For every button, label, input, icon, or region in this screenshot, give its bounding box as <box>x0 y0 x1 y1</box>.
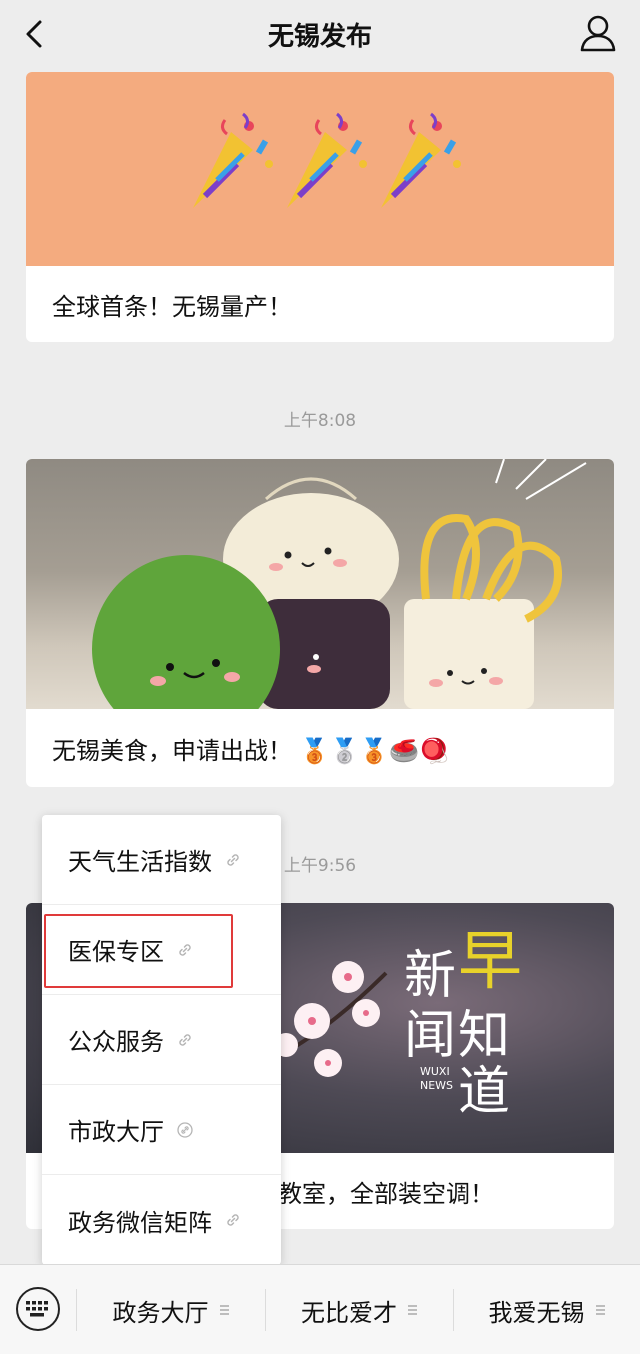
menu-lines-icon <box>595 1305 605 1315</box>
keyboard-icon[interactable] <box>16 1287 60 1331</box>
timestamp-text: 上午9:56 <box>283 856 357 876</box>
menu-item-weather[interactable]: 天气生活指数 <box>42 815 281 905</box>
menu-lines-icon <box>219 1305 229 1315</box>
timestamp: 上午8:08 <box>283 411 357 431</box>
page-title: 无锡发布 <box>267 22 372 52</box>
article-caption: 全球首条！无锡量产！ <box>52 292 292 321</box>
news-logo-char-4: 知 <box>458 1006 510 1066</box>
link-icon <box>227 1214 239 1226</box>
news-logo-char-5: 道 <box>458 1062 510 1122</box>
tab-talent[interactable]: 无比爱才 <box>266 1265 453 1354</box>
tab-label: 我爱无锡 <box>488 1298 585 1327</box>
tab-label: 无比爱才 <box>301 1298 397 1327</box>
article-caption: 无锡美食，申请出战！ 🥉🥈🥉🥌🪀 <box>52 736 450 765</box>
menu-item-label: 政务微信矩阵 <box>68 1208 212 1237</box>
news-logo-char-2: 早 <box>458 925 522 999</box>
news-logo-small-2: NEWS <box>420 1079 453 1092</box>
submenu-popup: 天气生活指数 医保专区 公众服务 市政大厅 政务微信矩阵 <box>42 815 281 1265</box>
menu-item-label: 公众服务 <box>68 1028 164 1056</box>
tab-label: 政务大厅 <box>112 1298 209 1327</box>
news-logo-char-3: 闻 <box>404 1006 456 1066</box>
link-icon <box>177 1121 193 1138</box>
menu-item-city-hall[interactable]: 市政大厅 <box>42 1085 281 1175</box>
chevron-left-icon[interactable] <box>14 14 54 54</box>
menu-item-gov-wechat-matrix[interactable]: 政务微信矩阵 <box>42 1175 281 1265</box>
article-card[interactable]: 无锡美食，申请出战！ 🥉🥈🥉🥌🪀 <box>26 459 614 787</box>
party-popper-banner <box>26 72 614 266</box>
menu-item-label: 天气生活指数 <box>68 848 212 876</box>
top-bar: 无锡发布 <box>0 0 640 66</box>
menu-lines-icon <box>408 1305 417 1315</box>
link-icon <box>179 1033 191 1046</box>
tab-gov-hall[interactable]: 政务大厅 <box>77 1265 265 1354</box>
menu-item-label: 医保专区 <box>68 938 164 966</box>
link-icon <box>179 943 191 956</box>
menu-item-medical-insurance[interactable]: 医保专区 <box>42 905 281 995</box>
news-logo-small-1: WUXI <box>420 1065 450 1078</box>
bottom-menu-bar: 政务大厅 无比爱才 我爱无锡 <box>0 1264 640 1354</box>
menu-item-public-service[interactable]: 公众服务 <box>42 995 281 1085</box>
menu-item-label: 市政大厅 <box>68 1118 164 1146</box>
tab-love-wuxi[interactable]: 我爱无锡 <box>454 1265 640 1354</box>
cute-food-characters <box>26 459 614 709</box>
news-logo-char-1: 新 <box>404 946 456 1006</box>
link-icon <box>227 853 239 866</box>
person-icon[interactable] <box>578 12 618 54</box>
article-card[interactable]: 全球首条！无锡量产！ <box>26 72 614 342</box>
